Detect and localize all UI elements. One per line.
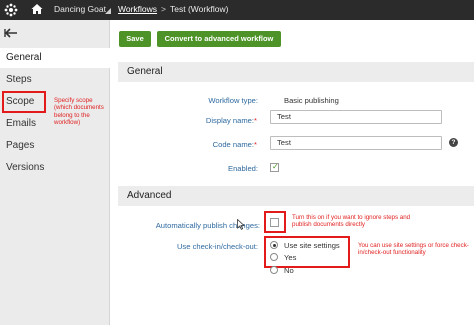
- help-icon[interactable]: ?: [449, 138, 458, 147]
- code-name-input[interactable]: Test: [270, 136, 442, 150]
- code-name-required-marker: *: [254, 140, 257, 149]
- kentico-logo-icon[interactable]: [4, 3, 18, 17]
- workflow-type-label: Workflow type:: [208, 96, 258, 105]
- top-bar: Dancing Goat Workflows > Test (Workflow): [0, 0, 474, 20]
- home-icon[interactable]: [30, 2, 44, 16]
- site-selector[interactable]: Dancing Goat: [54, 4, 106, 14]
- breadcrumb-separator: >: [161, 4, 167, 14]
- radio-no[interactable]: [270, 266, 278, 274]
- scope-annotation-box: [2, 91, 46, 113]
- checkin-checkout-label: Use check-in/check-out:: [176, 242, 258, 251]
- radio-use-site-settings[interactable]: [270, 241, 278, 249]
- sidebar-item-general[interactable]: General: [0, 48, 110, 68]
- radio-yes-label: Yes: [284, 253, 297, 262]
- save-button[interactable]: Save: [119, 31, 151, 47]
- radio-no-label: No: [284, 266, 294, 275]
- breadcrumb-current: Test (Workflow): [170, 4, 229, 14]
- checkin-annotation-note: You can use site settings or force check…: [358, 242, 469, 257]
- sidebar-item-pages[interactable]: Pages: [0, 136, 110, 156]
- display-name-label: Display name:: [205, 116, 254, 125]
- enabled-label: Enabled:: [228, 164, 258, 173]
- display-name-input[interactable]: Test: [270, 110, 442, 124]
- display-name-required-marker: *: [254, 116, 257, 125]
- workflow-type-value: Basic publishing: [284, 96, 339, 105]
- general-section-header: General: [118, 62, 474, 82]
- scope-annotation-note: Specify scope (which documents belong to…: [54, 97, 104, 127]
- back-arrow-icon[interactable]: [4, 28, 18, 38]
- advanced-section-header: Advanced: [118, 186, 474, 206]
- enabled-checkbox[interactable]: ✓: [270, 162, 279, 172]
- auto-publish-checkbox[interactable]: [270, 218, 279, 227]
- sidebar-item-versions[interactable]: Versions: [0, 158, 110, 178]
- sidebar-item-steps[interactable]: Steps: [0, 70, 110, 90]
- code-name-label: Code name:: [212, 140, 254, 149]
- cursor-icon: [237, 219, 245, 230]
- radio-yes[interactable]: [270, 253, 278, 261]
- convert-to-advanced-workflow-button[interactable]: Convert to advanced workflow: [157, 31, 281, 47]
- chevron-down-icon[interactable]: [105, 8, 111, 14]
- check-mark-icon: ✓: [272, 162, 279, 171]
- breadcrumb-workflows-link[interactable]: Workflows: [118, 4, 157, 14]
- main-content: Save Convert to advanced workflow Genera…: [110, 20, 474, 325]
- auto-publish-annotation-note: Turn this on if you want to ignore steps…: [292, 214, 411, 229]
- radio-selected-dot: [272, 243, 276, 247]
- radio-use-site-settings-label: Use site settings: [284, 241, 340, 250]
- sidebar: General Steps Scope Emails Pages Version…: [0, 20, 110, 325]
- breadcrumb: Workflows > Test (Workflow): [118, 4, 228, 14]
